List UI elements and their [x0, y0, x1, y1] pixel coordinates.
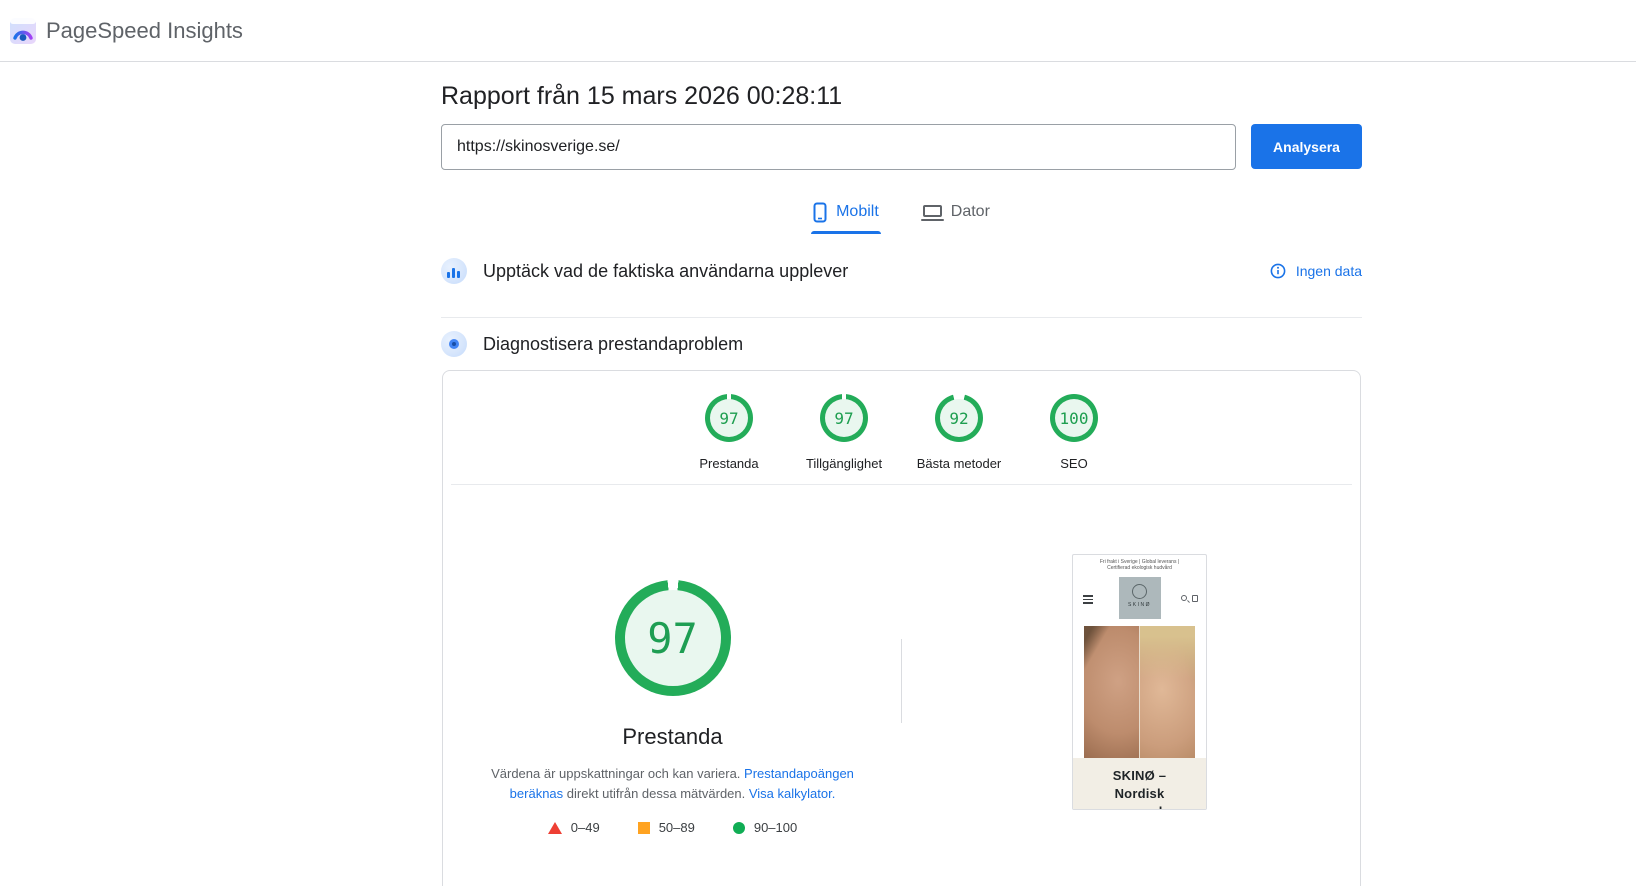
legend-circle-icon [732, 821, 745, 834]
thumb-header-icons [1181, 595, 1198, 602]
section-field-data[interactable]: Upptäck vad de faktiska användarna upple… [441, 253, 1362, 289]
site-logo: SKINØ [1118, 577, 1161, 619]
score-category-label: SEO [1060, 456, 1088, 471]
thumb-site-header: SKINØ [1073, 577, 1206, 623]
legend-item: 0–49 [547, 820, 600, 835]
before-after-photo [1084, 626, 1195, 758]
category-score[interactable]: 100 SEO [1017, 394, 1132, 471]
no-data-link[interactable]: Ingen data [1270, 263, 1362, 279]
device-tabs: Mobilt Dator [441, 196, 1362, 234]
legend-item: 90–100 [732, 820, 797, 835]
speedometer-icon [441, 331, 467, 357]
report-card: 97 Prestanda 97 Tillgänglighet 92 Bästa metod… [442, 370, 1361, 886]
score-category-label: Prestanda [699, 456, 759, 471]
category-score[interactable]: 92 Bästa metoder [902, 394, 1017, 471]
tab-mobile[interactable]: Mobilt [811, 196, 881, 234]
vertical-divider [901, 639, 902, 723]
legend-item: 50–89 [637, 820, 695, 835]
report-title: Rapport från 15 mars 2026 00:28:11 [441, 82, 843, 110]
score-ring: 97 [820, 394, 868, 442]
score-category-label: Bästa metoder [916, 456, 1002, 471]
tab-desktop-label: Dator [950, 203, 990, 220]
menu-icon [1083, 595, 1093, 606]
performance-gauge-block: 97 Prestanda Värdena är uppskattningar o… [443, 580, 902, 835]
score-category-label: Tillgänglighet [805, 456, 883, 471]
category-score[interactable]: 97 Prestanda [672, 394, 787, 471]
pagespeed-insights-page: PageSpeed Insights Rapport från 15 mars … [0, 0, 1636, 886]
score-ring: 97 [705, 394, 753, 442]
section-divider [441, 317, 1362, 318]
legend-triangle-icon [547, 821, 562, 834]
thumb-caption: SKINØ – Nordisk vegansk [1073, 758, 1206, 809]
site-logo-text: SKINØ [1127, 602, 1152, 608]
face-right [1139, 626, 1195, 758]
thumb-banner-text: Fri frakt i Sverige | Global leverans | … [1099, 559, 1180, 571]
search-icon [1181, 595, 1187, 601]
card-divider [451, 484, 1352, 485]
section-diagnose: Diagnostisera prestandaproblem [441, 329, 1362, 359]
category-score[interactable]: 97 Tillgänglighet [787, 394, 902, 471]
performance-gauge: 97 [614, 580, 731, 696]
pagespeed-logo-icon[interactable] [10, 17, 36, 44]
info-icon [1270, 263, 1286, 279]
analyze-button[interactable]: Analysera [1251, 124, 1362, 169]
app-header: PageSpeed Insights [0, 0, 1636, 62]
score-summary-row: 97 Prestanda 97 Tillgänglighet 92 Bästa metod… [443, 394, 1360, 471]
description-text: Värdena är uppskattningar och kan varier… [491, 766, 745, 781]
score-legend: 0–49 50–89 90–100 [547, 820, 797, 835]
desktop-icon [920, 205, 944, 221]
site-logo-mark [1132, 584, 1147, 599]
tab-desktop[interactable]: Dator [920, 196, 990, 228]
face-left [1084, 626, 1139, 758]
mobile-icon [813, 202, 827, 223]
url-input[interactable] [441, 124, 1236, 170]
app-title[interactable]: PageSpeed Insights [46, 18, 243, 44]
score-ring: 100 [1050, 394, 1098, 442]
users-icon [441, 258, 467, 284]
description-text: direkt utifrån dessa mätvärden. [563, 786, 749, 801]
performance-gauge-value: 97 [647, 613, 698, 663]
site-screenshot-thumbnail[interactable]: Fri frakt i Sverige | Global leverans | … [1072, 554, 1207, 810]
tab-mobile-label: Mobilt [836, 203, 879, 220]
diagnose-title: Diagnostisera prestandaproblem [483, 333, 744, 354]
description-link[interactable]: Visa kalkylator. [749, 786, 835, 801]
performance-gauge-label: Prestanda [622, 724, 723, 749]
field-data-title: Upptäck vad de faktiska användarna upple… [483, 260, 849, 281]
cart-icon [1192, 595, 1198, 602]
gauge-description: Värdena är uppskattningar och kan varier… [473, 764, 873, 804]
score-ring: 92 [935, 394, 983, 442]
no-data-label: Ingen data [1295, 263, 1362, 279]
legend-square-icon [637, 821, 650, 834]
